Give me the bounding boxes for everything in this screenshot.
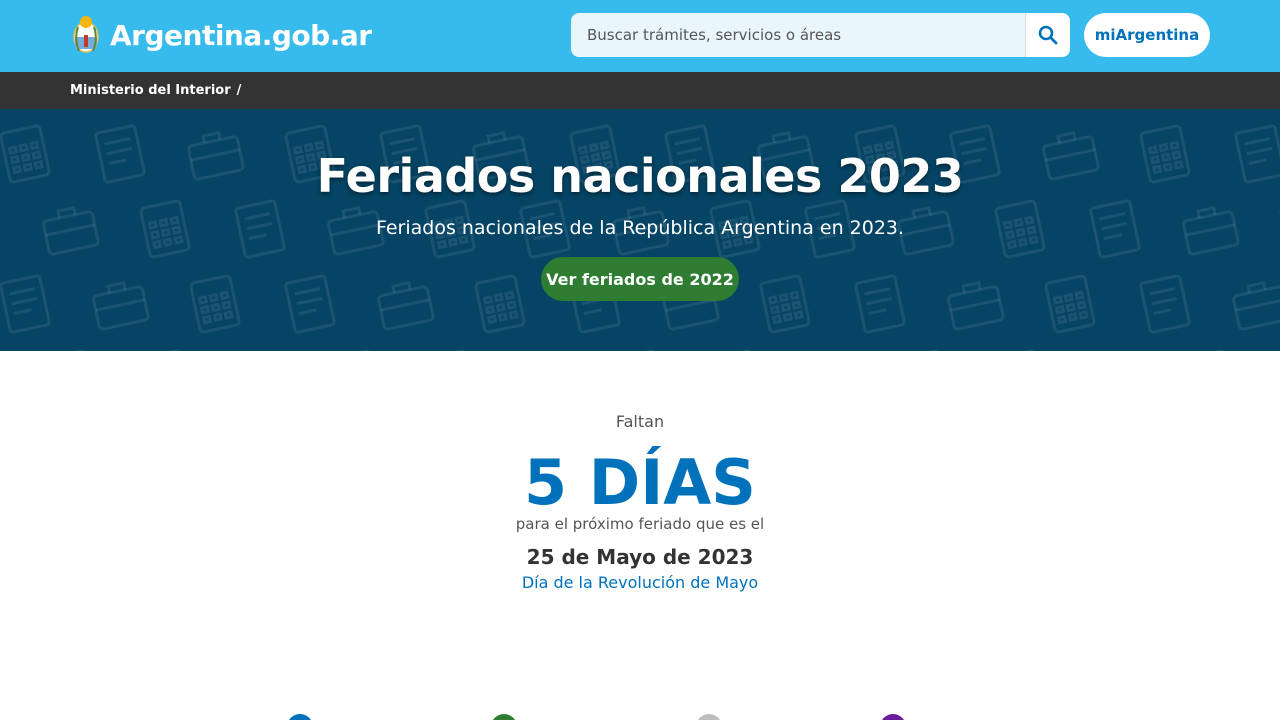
legend-dot-gray [696,714,722,720]
site-logo[interactable]: Argentina.gob.ar [70,12,372,58]
top-navbar: Argentina.gob.ar miArgentina [0,0,1280,72]
countdown-days: 5 DÍAS [524,446,756,519]
coat-of-arms-icon [73,16,99,53]
countdown-subtext: para el próximo feriado que es el [515,515,765,533]
countdown-label: Faltan [615,412,665,431]
legend-dot-green [491,714,517,720]
view-2022-holidays-button[interactable]: Ver feriados de 2022 [541,257,739,301]
search-box [571,13,1070,57]
search-icon [1038,25,1058,45]
site-name: Argentina.gob.ar [110,18,372,52]
hero-banner: Feriados nacionales 2023 Feriados nacion… [0,109,1280,351]
legend-dot-purple [880,714,906,720]
search-button[interactable] [1025,13,1070,57]
legend-dot-blue [287,714,313,720]
breadcrumb: Ministerio del Interior / [0,72,1280,109]
page-title: Feriados nacionales 2023 [316,149,964,203]
search-input[interactable] [571,13,1025,57]
next-holiday-date: 25 de Mayo de 2023 [526,545,754,569]
next-holiday-name[interactable]: Día de la Revolución de Mayo [0,573,1280,592]
breadcrumb-item-ministerio[interactable]: Ministerio del Interior [70,83,231,98]
page-subtitle: Feriados nacionales de la República Arge… [375,217,905,239]
miargentina-button[interactable]: miArgentina [1084,13,1210,57]
breadcrumb-separator: / [236,83,242,98]
